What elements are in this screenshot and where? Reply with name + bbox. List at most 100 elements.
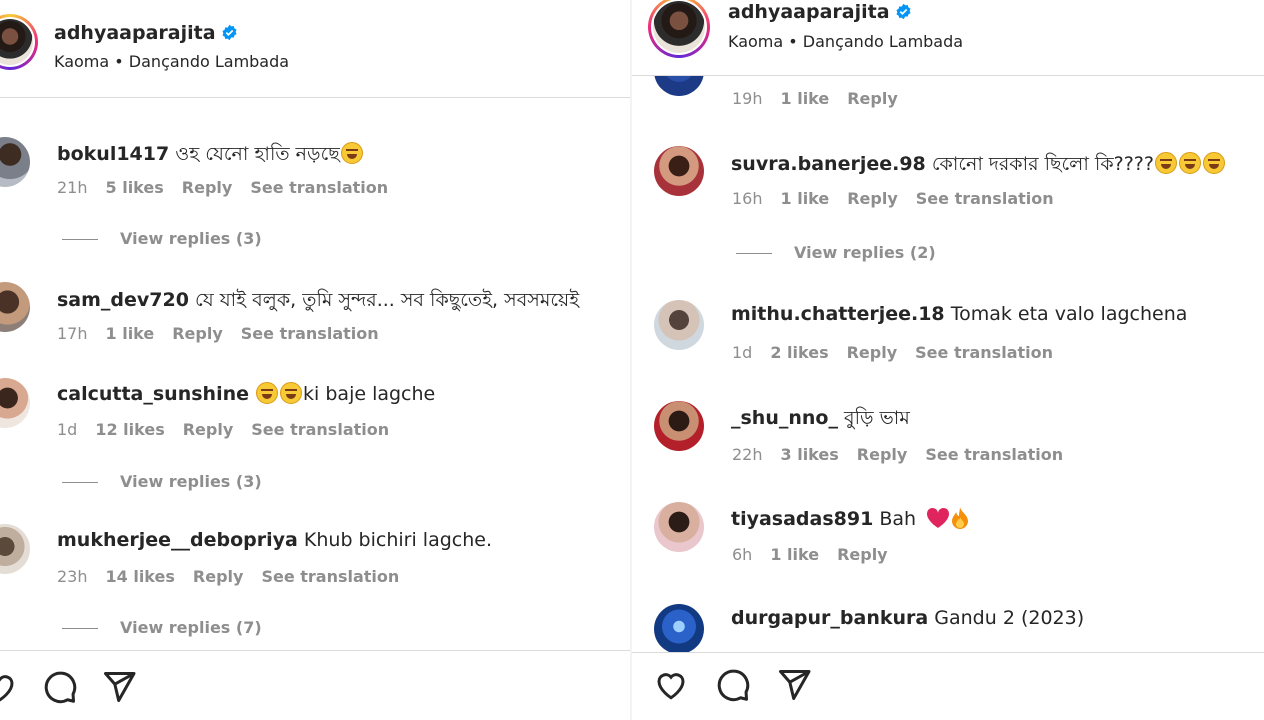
comment-meta: 17h 1 like Reply See translation	[57, 324, 397, 343]
commenter-avatar[interactable]	[654, 146, 704, 196]
comment-likes[interactable]: 14 likes	[106, 567, 175, 586]
comment-username[interactable]: durgapur_bankura	[731, 607, 928, 629]
commenter-avatar[interactable]	[654, 604, 704, 654]
comment-likes[interactable]: 5 likes	[106, 178, 164, 197]
comment-meta: 16h 1 like Reply See translation	[732, 189, 1072, 208]
view-replies-button[interactable]: View replies (3)	[62, 229, 262, 248]
comment-time: 21h	[57, 178, 88, 197]
comment-username[interactable]: _shu_nno_	[731, 407, 838, 429]
commenter-avatar[interactable]	[0, 137, 30, 187]
comment-likes[interactable]: 3 likes	[781, 445, 839, 464]
laughing-emoji-icon	[1178, 152, 1201, 174]
comment-username[interactable]: mithu.chatterjee.18	[731, 303, 945, 325]
header-username[interactable]: adhyaaparajita	[54, 22, 216, 44]
comment-body: Gandu 2 (2023)	[934, 607, 1085, 629]
comment-time: 22h	[732, 445, 763, 464]
see-translation-button[interactable]: See translation	[250, 178, 388, 197]
share-send-icon[interactable]	[776, 667, 812, 703]
comment-username[interactable]: calcutta_sunshine	[57, 383, 249, 405]
fire-emoji-icon	[952, 507, 969, 529]
reply-button[interactable]: Reply	[193, 567, 244, 586]
comment-likes[interactable]: 1 like	[106, 324, 155, 343]
comment-username[interactable]: mukherjee__debopriya	[57, 529, 298, 551]
reply-button[interactable]: Reply	[837, 545, 888, 564]
see-translation-button[interactable]: See translation	[261, 567, 399, 586]
comment-body: Tomak eta valo lagchena	[950, 303, 1188, 325]
comment-icon[interactable]	[715, 667, 751, 703]
view-replies-label: View replies (3)	[120, 472, 262, 491]
comment-text: mukherjee__debopriya Khub bichiri lagche…	[57, 529, 492, 551]
like-heart-icon[interactable]	[653, 667, 689, 703]
laughing-emoji-icon	[1154, 152, 1177, 174]
see-translation-button[interactable]: See translation	[241, 324, 379, 343]
comment-meta: 1d 2 likes Reply See translation	[732, 343, 1071, 362]
reply-button[interactable]: Reply	[183, 420, 234, 439]
replies-line	[736, 253, 772, 254]
comment-time: 23h	[57, 567, 88, 586]
view-replies-label: View replies (2)	[794, 243, 936, 262]
comment-likes[interactable]: 12 likes	[95, 420, 164, 439]
post-header: adhyaaparajita Kaoma • Dançando Lambada	[632, 0, 1264, 76]
comment-time: 19h	[732, 89, 763, 108]
comment-meta: 6h 1 like Reply	[732, 545, 906, 564]
share-send-icon[interactable]	[101, 669, 137, 705]
comments-panel-left: adhyaaparajita Kaoma • Dançando Lambada …	[0, 0, 630, 720]
post-header: adhyaaparajita Kaoma • Dançando Lambada	[0, 0, 630, 98]
view-replies-button[interactable]: View replies (7)	[62, 618, 262, 637]
reply-button[interactable]: Reply	[847, 343, 898, 362]
comment-username[interactable]: sam_dev720	[57, 289, 189, 311]
comment-time: 1d	[732, 343, 753, 362]
reply-button[interactable]: Reply	[857, 445, 908, 464]
see-translation-button[interactable]: See translation	[915, 343, 1053, 362]
commenter-avatar[interactable]	[0, 282, 30, 332]
comment-username[interactable]: bokul1417	[57, 143, 169, 165]
comment-likes[interactable]: 2 likes	[770, 343, 828, 362]
like-heart-icon[interactable]	[0, 669, 18, 705]
commenter-avatar[interactable]	[654, 502, 704, 552]
reply-button[interactable]: Reply	[847, 89, 898, 108]
see-translation-button[interactable]: See translation	[251, 420, 389, 439]
laughing-emoji-icon	[340, 142, 363, 164]
view-replies-label: View replies (3)	[120, 229, 262, 248]
commenter-avatar[interactable]	[0, 524, 30, 574]
view-replies-button[interactable]: View replies (3)	[62, 472, 262, 491]
commenter-avatar[interactable]	[654, 300, 704, 350]
header-audio-label[interactable]: Kaoma • Dançando Lambada	[728, 32, 963, 51]
laughing-emoji-icon	[280, 382, 303, 404]
comment-body: ki baje lagche	[303, 383, 436, 405]
laughing-emoji-icon	[1202, 152, 1225, 174]
comment-text: suvra.banerjee.98 কোনো দরকার ছিলো কি????	[731, 150, 1226, 182]
header-username[interactable]: adhyaaparajita	[728, 1, 890, 23]
reply-button[interactable]: Reply	[172, 324, 223, 343]
comment-body: কোনো দরকার ছিলো কি????	[931, 153, 1154, 175]
comment-likes[interactable]: 1 like	[770, 545, 819, 564]
comment-text: calcutta_sunshine ki baje lagche	[57, 382, 435, 405]
comment-likes[interactable]: 1 like	[781, 89, 830, 108]
comment-text: durgapur_bankura Gandu 2 (2023)	[731, 607, 1084, 629]
comments-panel-right: adhyaaparajita Kaoma • Dançando Lambada …	[632, 0, 1264, 720]
see-translation-button[interactable]: See translation	[925, 445, 1063, 464]
comment-icon[interactable]	[42, 669, 78, 705]
comment-text: bokul1417 ওহ যেনো হাতি নড়ছে	[57, 140, 364, 172]
comment-text: sam_dev720 যে যাই বলুক, তুমি সুন্দর... স…	[57, 286, 579, 318]
replies-line	[62, 239, 98, 240]
commenter-avatar[interactable]	[654, 401, 704, 451]
header-audio-label[interactable]: Kaoma • Dançando Lambada	[54, 52, 289, 71]
comment-meta: 19h 1 like Reply	[732, 89, 916, 108]
comment-meta: 23h 14 likes Reply See translation	[57, 567, 417, 586]
header-username-row[interactable]: adhyaaparajita	[728, 1, 912, 23]
profile-avatar[interactable]	[0, 14, 38, 70]
comment-meta: 22h 3 likes Reply See translation	[732, 445, 1081, 464]
see-translation-button[interactable]: See translation	[916, 189, 1054, 208]
reply-button[interactable]: Reply	[847, 189, 898, 208]
header-username-row[interactable]: adhyaaparajita	[54, 22, 238, 44]
comment-username[interactable]: tiyasadas891	[731, 508, 873, 530]
replies-line	[62, 482, 98, 483]
commenter-avatar[interactable]	[0, 378, 30, 428]
view-replies-button[interactable]: View replies (2)	[736, 243, 936, 262]
comment-username[interactable]: suvra.banerjee.98	[731, 153, 926, 175]
profile-avatar[interactable]	[648, 0, 710, 58]
comment-likes[interactable]: 1 like	[781, 189, 830, 208]
reply-button[interactable]: Reply	[182, 178, 233, 197]
comment-body: Bah	[879, 508, 917, 530]
